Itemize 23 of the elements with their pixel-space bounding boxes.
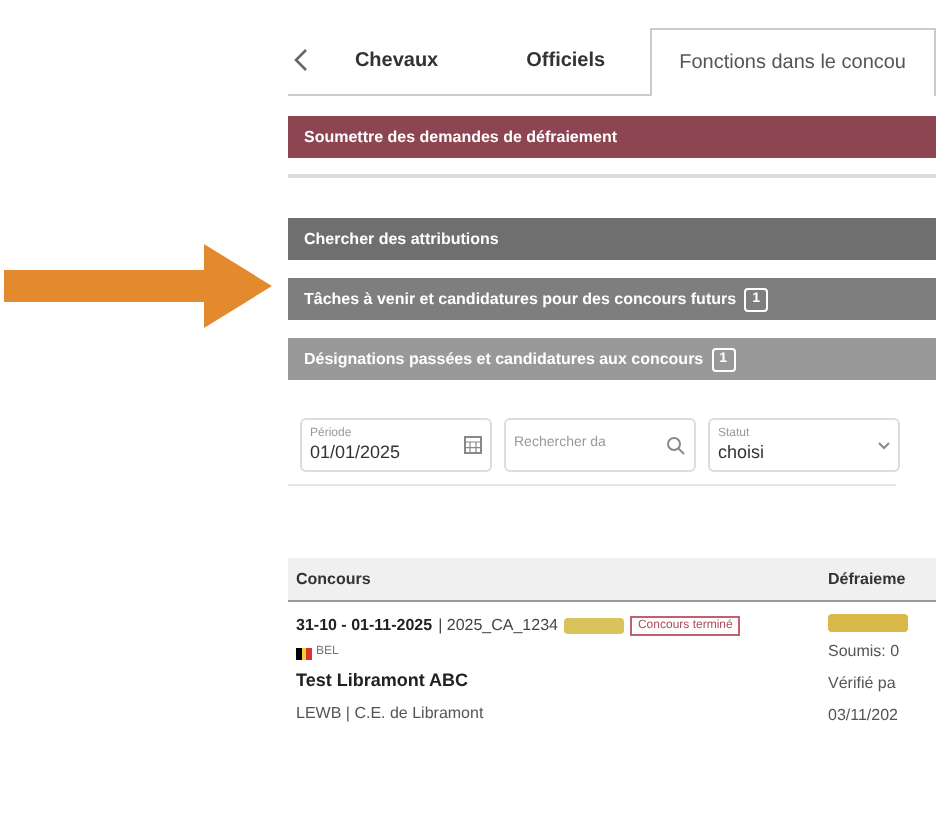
column-header: Concours bbox=[294, 567, 373, 591]
event-organizer: LEWB | C.E. de Libramont bbox=[296, 701, 486, 725]
tab[interactable]: Chevaux bbox=[310, 26, 483, 94]
expense-text: Soumis: 0 bbox=[828, 640, 902, 664]
chevron-left-icon bbox=[291, 48, 308, 72]
calendar-icon bbox=[464, 436, 482, 454]
tab[interactable]: Fonctions dans le concou bbox=[649, 28, 936, 96]
field-value: 01/01/2025 bbox=[310, 442, 403, 464]
tab[interactable]: Officiels bbox=[482, 26, 650, 94]
column-header: Défraieme bbox=[828, 567, 908, 591]
search-icon bbox=[666, 435, 686, 455]
event-name: Test Libramont ABC bbox=[296, 668, 471, 694]
field-value: choisi bbox=[718, 442, 767, 464]
expense-text: 03/11/202 bbox=[828, 704, 900, 728]
section-header[interactable]: Soumettre des demandes de défraiement bbox=[288, 116, 936, 158]
event-code: | 2025_CA_1234 bbox=[438, 614, 558, 638]
status-badge bbox=[828, 614, 908, 632]
event-dates: 31-10 - 01-11-2025 bbox=[296, 614, 433, 638]
section-header[interactable]: Chercher des attributions bbox=[288, 218, 936, 260]
expense-text: Vérifié pa bbox=[828, 672, 898, 696]
flag-icon bbox=[296, 647, 312, 659]
caret-icon bbox=[878, 441, 890, 449]
status-badge bbox=[563, 618, 624, 634]
